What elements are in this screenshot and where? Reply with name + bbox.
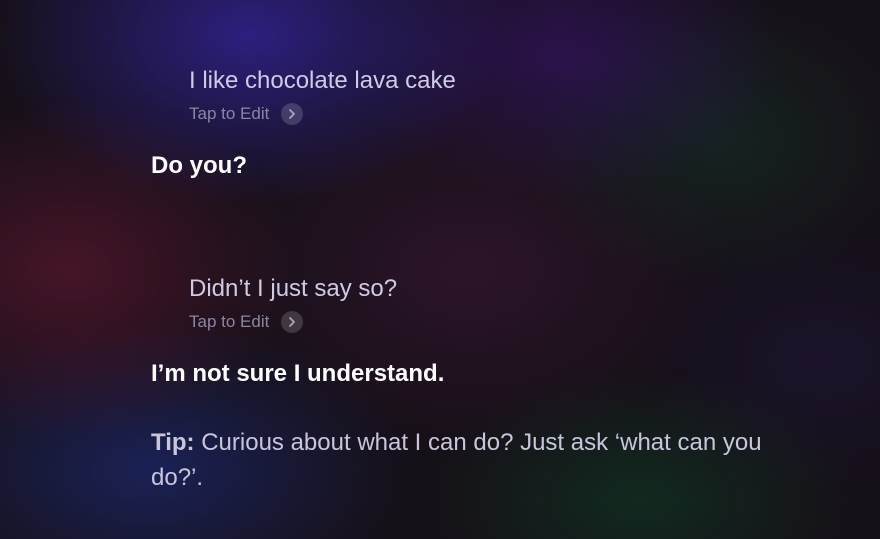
chevron-right-icon[interactable] xyxy=(281,311,304,333)
user-utterance-text: Didn’t I just say so? xyxy=(189,275,398,302)
siri-transcript: I like chocolate lava cake Tap to Edit D… xyxy=(0,0,880,539)
chevron-right-icon-glyph xyxy=(289,109,296,119)
tap-to-edit-button[interactable]: Tap to Edit xyxy=(189,103,456,125)
tap-to-edit-label: Tap to Edit xyxy=(189,312,270,331)
chevron-right-icon[interactable] xyxy=(281,103,304,125)
tip-label: Tip: xyxy=(151,429,195,456)
user-utterance-block-1: I like chocolate lava cake Tap to Edit xyxy=(189,66,456,125)
siri-response-text: I’m not sure I understand. xyxy=(151,360,445,387)
user-utterance-block-2: Didn’t I just say so? Tap to Edit xyxy=(189,274,397,333)
chevron-right-icon-glyph xyxy=(289,317,296,327)
tap-to-edit-label: Tap to Edit xyxy=(189,104,270,123)
siri-tip: Tip: Curious about what I can do? Just a… xyxy=(151,425,791,495)
siri-response-text: Do you? xyxy=(151,152,247,179)
tap-to-edit-button[interactable]: Tap to Edit xyxy=(189,311,397,333)
user-utterance-text: I like chocolate lava cake xyxy=(189,67,456,94)
tip-text: Curious about what I can do? Just ask ‘w… xyxy=(151,429,762,491)
